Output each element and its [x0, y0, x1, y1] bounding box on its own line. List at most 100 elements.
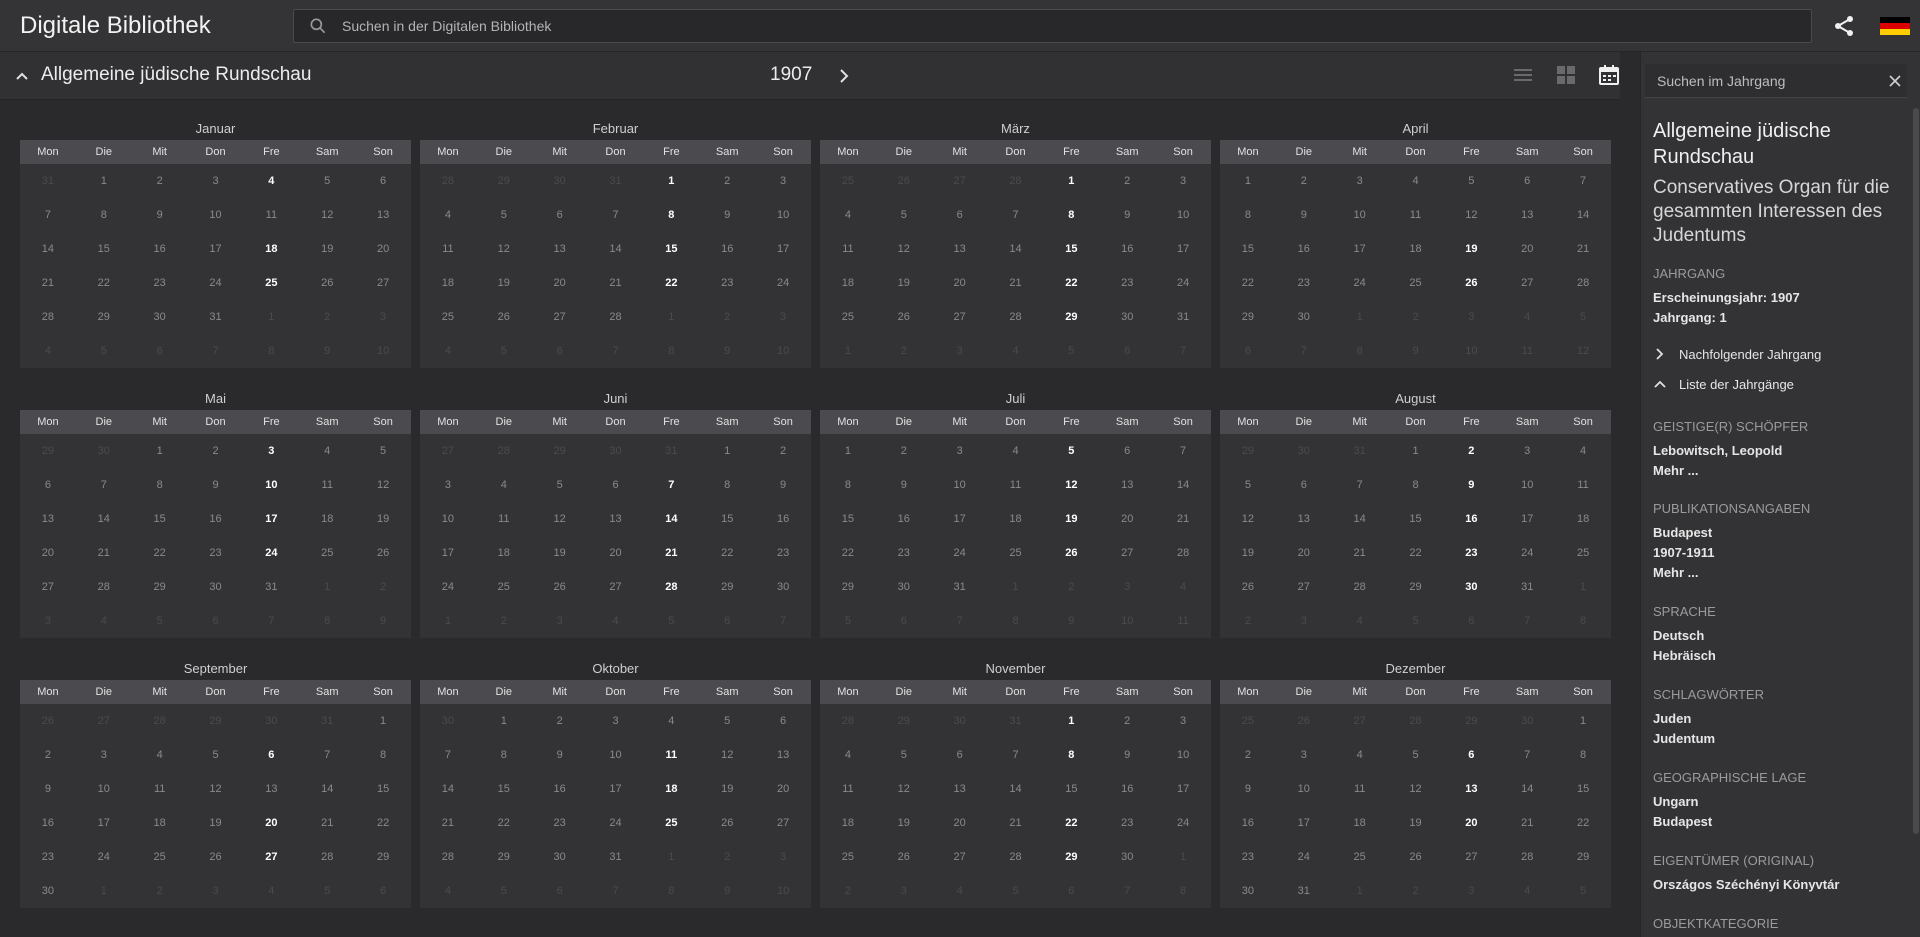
- share-icon[interactable]: [1832, 14, 1856, 38]
- chevron-right-icon[interactable]: [834, 66, 854, 86]
- issue-day[interactable]: 13: [1443, 772, 1499, 806]
- calendar-day: 11: [321, 479, 333, 491]
- week-row: 29 30 1 2 3 4 5: [20, 434, 411, 468]
- publication-more-link[interactable]: Mehr ...: [1653, 565, 1699, 580]
- week-row: 25 26 27 28 29 30 31: [820, 300, 1211, 334]
- month-name: März: [1001, 121, 1030, 136]
- issue-day[interactable]: 7: [643, 468, 699, 502]
- issue-day[interactable]: 1: [1043, 164, 1099, 198]
- volume-search-box[interactable]: [1645, 64, 1907, 98]
- calendar-day: 4: [268, 885, 275, 897]
- calendar-day: 7: [956, 615, 963, 627]
- issue-day[interactable]: 15: [1043, 232, 1099, 266]
- sidebar-scrollbar[interactable]: [1913, 108, 1919, 834]
- issue-day[interactable]: 20: [1443, 806, 1499, 840]
- issue-day[interactable]: 25: [643, 806, 699, 840]
- calendar-day: 13: [1297, 513, 1310, 525]
- week-row: 1 2 3 4 5 6 7: [1220, 164, 1611, 198]
- weekday-label: Mon: [37, 416, 59, 428]
- issue-day[interactable]: 1: [1043, 704, 1099, 738]
- issue-day[interactable]: 2: [1443, 434, 1499, 468]
- week-row: 15 16 17 18 19 20 21: [820, 502, 1211, 536]
- creator-more-link[interactable]: Mehr ...: [1653, 463, 1699, 478]
- issue-day[interactable]: 10: [243, 468, 299, 502]
- issue-day[interactable]: 27: [243, 840, 299, 874]
- close-icon[interactable]: [1887, 73, 1903, 89]
- week-row: 29 30 31 1 2 3 4: [820, 570, 1211, 604]
- issue-day[interactable]: 8: [1043, 738, 1099, 772]
- week-row: 13 14 15 16 17 18 19: [20, 502, 411, 536]
- volume-search-input[interactable]: [1657, 73, 1877, 89]
- global-search-box[interactable]: [293, 8, 1812, 43]
- issue-day[interactable]: 29: [1043, 840, 1099, 874]
- issue-day[interactable]: 12: [1043, 468, 1099, 502]
- issue-day[interactable]: 1: [643, 164, 699, 198]
- issue-day[interactable]: 14: [643, 502, 699, 536]
- issue-day[interactable]: 6: [1443, 738, 1499, 772]
- issue-day[interactable]: 21: [643, 536, 699, 570]
- issue-day[interactable]: 22: [643, 266, 699, 300]
- owner-name: Országos Széchényi Könyvtár: [1653, 877, 1840, 892]
- issue-day[interactable]: 15: [643, 232, 699, 266]
- grid-view-icon[interactable]: [1555, 64, 1577, 86]
- calendar-day: 16: [1241, 817, 1255, 829]
- calendar-day: 9: [1412, 345, 1419, 357]
- issue-day[interactable]: 28: [643, 570, 699, 604]
- issue-day[interactable]: 4: [243, 164, 299, 198]
- calendar-day: 29: [497, 175, 510, 187]
- issue-day[interactable]: 30: [1443, 570, 1499, 604]
- issue-day[interactable]: 26: [1043, 536, 1099, 570]
- calendar-day: 19: [209, 817, 222, 829]
- calendar-day: 28: [1176, 547, 1190, 559]
- calendar-day: 30: [953, 715, 966, 727]
- calendar-day: 14: [1009, 243, 1022, 255]
- chevron-up-icon[interactable]: [14, 68, 30, 84]
- global-search-input[interactable]: [342, 17, 1742, 34]
- weekday-label: Mit: [552, 416, 567, 428]
- volume-list-link[interactable]: Liste der Jahrgänge: [1653, 374, 1794, 394]
- issue-day[interactable]: 8: [1043, 198, 1099, 232]
- issue-day[interactable]: 3: [243, 434, 299, 468]
- issue-day[interactable]: 29: [1043, 300, 1099, 334]
- issue-day[interactable]: 25: [243, 266, 299, 300]
- calendar-day: 12: [721, 749, 734, 761]
- issue-day[interactable]: 8: [643, 198, 699, 232]
- german-flag-icon[interactable]: [1880, 17, 1910, 35]
- list-view-icon[interactable]: [1512, 64, 1534, 86]
- calendar-day: 26: [721, 817, 734, 829]
- issue-day[interactable]: 9: [1443, 468, 1499, 502]
- issue-day[interactable]: 11: [643, 738, 699, 772]
- calendar-day: 9: [900, 479, 907, 491]
- calendar-day: 24: [1353, 277, 1366, 289]
- issue-day[interactable]: 22: [1043, 266, 1099, 300]
- issue-day[interactable]: 17: [243, 502, 299, 536]
- issue-day[interactable]: 5: [1043, 434, 1099, 468]
- calendar-view-icon[interactable]: [1598, 64, 1620, 86]
- issue-day[interactable]: 19: [1043, 502, 1099, 536]
- issue-day[interactable]: 22: [1043, 806, 1099, 840]
- calendar-day: 8: [1180, 885, 1187, 897]
- issue-day[interactable]: 18: [643, 772, 699, 806]
- issue-day[interactable]: 23: [1443, 536, 1499, 570]
- issue-day[interactable]: 19: [1443, 232, 1499, 266]
- calendar-day: 9: [44, 783, 51, 795]
- calendar-day: 21: [1176, 513, 1190, 525]
- calendar-day: 27: [609, 581, 622, 593]
- issue-day[interactable]: 18: [243, 232, 299, 266]
- weekday-label: Mon: [837, 686, 859, 698]
- next-volume-link[interactable]: Nachfolgender Jahrgang: [1653, 344, 1821, 364]
- issue-day[interactable]: 26: [1443, 266, 1499, 300]
- weekday-label: Mon: [837, 146, 859, 158]
- issue-day[interactable]: 16: [1443, 502, 1499, 536]
- calendar-day: 29: [897, 715, 910, 727]
- issue-day[interactable]: 24: [243, 536, 299, 570]
- calendar-day: 8: [844, 479, 851, 491]
- week-row: 18 19 20 21 22 23 24: [820, 806, 1211, 840]
- month-10: Oktober Mon Die Mit Don Fre Sam Son 30 1 2 3 4 5 6 7 8 9 1…: [420, 658, 811, 908]
- brand-title[interactable]: Digitale Bibliothek: [0, 12, 293, 40]
- issue-day[interactable]: 20: [243, 806, 299, 840]
- weekday-label: Fre: [1063, 686, 1080, 698]
- calendar-day: 7: [1524, 749, 1531, 761]
- issue-day[interactable]: 6: [243, 738, 299, 772]
- calendar-day: 2: [1244, 615, 1251, 627]
